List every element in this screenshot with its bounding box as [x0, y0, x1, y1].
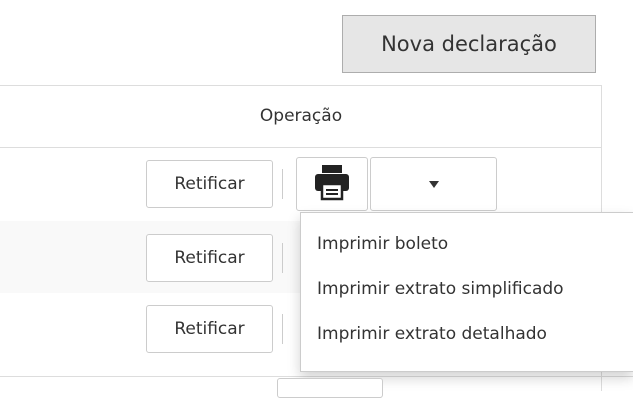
new-declaration-button[interactable]: Nova declaração [342, 15, 596, 73]
retificar-button[interactable]: Retificar [146, 160, 273, 208]
print-button[interactable] [296, 157, 368, 211]
separator [282, 169, 283, 199]
menu-item-print-boleto[interactable]: Imprimir boleto [301, 221, 633, 266]
operation-column-header: Operação [259, 106, 343, 126]
separator [282, 314, 283, 344]
separator [282, 243, 283, 273]
print-dropdown-menu: Imprimir boleto Imprimir extrato simplif… [300, 212, 633, 372]
partial-button[interactable] [277, 378, 383, 398]
printer-icon [312, 162, 352, 206]
table-bottom-border [0, 376, 633, 377]
menu-item-print-simplified-statement[interactable]: Imprimir extrato simplificado [301, 266, 633, 311]
retificar-button[interactable]: Retificar [146, 305, 273, 353]
caret-down-icon [428, 180, 439, 188]
retificar-button[interactable]: Retificar [146, 234, 273, 282]
menu-item-print-detailed-statement[interactable]: Imprimir extrato detalhado [301, 311, 633, 356]
print-menu-toggle[interactable] [370, 157, 497, 211]
